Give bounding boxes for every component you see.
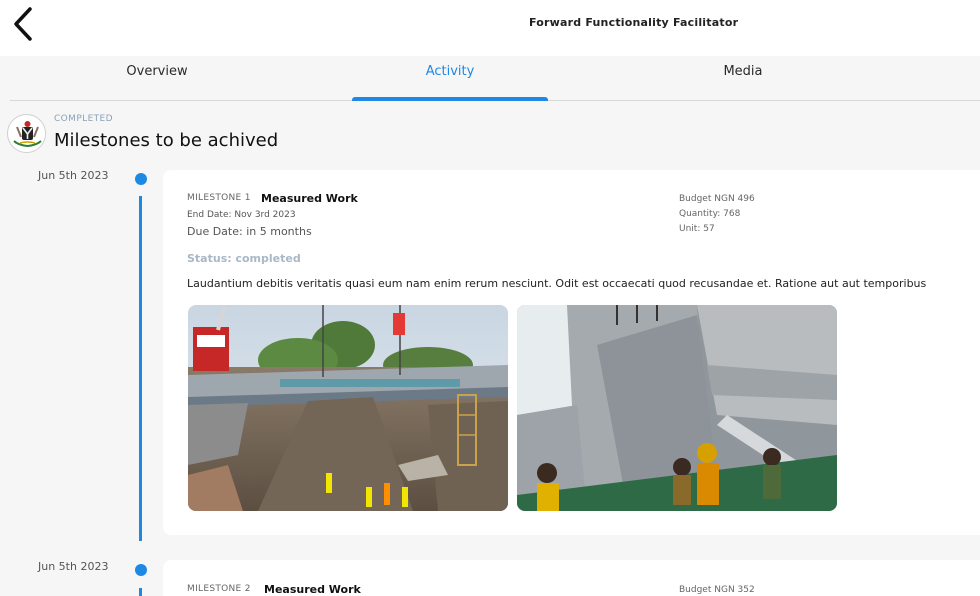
timeline-line [139,588,142,596]
end-date-label: End Date: [187,210,232,220]
budget: Budget NGN 496 [679,194,755,204]
milestone-card[interactable]: MILESTONE 2 Measured Work Budget NGN 352 [163,560,980,596]
status-badge: Status: completed [187,252,301,265]
due-date-label: Due Date: [187,225,243,238]
milestone-title: Measured Work [261,192,358,205]
back-button[interactable] [8,4,42,44]
quantity: Quantity: 768 [679,209,741,219]
milestone-number: MILESTONE 2 [187,584,251,594]
timeline-line [139,196,142,541]
project-status: COMPLETED [54,114,113,124]
end-date-value: Nov 3rd 2023 [234,210,296,220]
tab-media[interactable]: Media [645,64,841,86]
active-tab-indicator [352,97,548,101]
milestone-date: Jun 5th 2023 [38,560,109,573]
budget: Budget NGN 352 [679,585,755,595]
concrete-workers-photo[interactable] [517,305,837,511]
chevron-left-icon [14,7,32,41]
timeline-dot [135,564,147,576]
milestone-description: Laudantium debitis veritatis quasi eum n… [187,277,927,290]
app-title: Forward Functionality Facilitator [529,16,739,29]
tab-bar: Overview Activity Media [0,56,980,102]
milestone-title: Measured Work [264,583,361,596]
milestone-date: Jun 5th 2023 [38,169,109,182]
timeline-dot [135,173,147,185]
tab-activity[interactable]: Activity [352,64,548,86]
app-header: Forward Functionality Facilitator [0,0,980,56]
coat-of-arms-icon [7,114,46,153]
tab-overview[interactable]: Overview [60,64,254,86]
milestone-number: MILESTONE 1 [187,193,251,203]
due-date: Due Date: in 5 months [187,225,312,238]
end-date: End Date: Nov 3rd 2023 [187,210,296,220]
due-date-value: in 5 months [246,225,312,238]
milestone-card[interactable]: MILESTONE 1 Measured Work End Date: Nov … [163,170,980,535]
unit: Unit: 57 [679,224,715,234]
page-title: Milestones to be achived [54,130,279,151]
bridge-construction-photo[interactable] [188,305,508,511]
